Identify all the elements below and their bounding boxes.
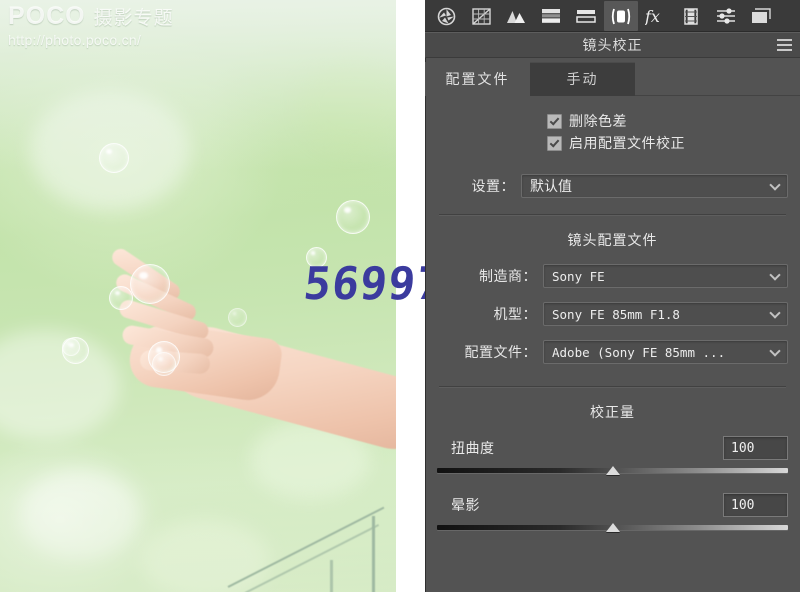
detail-icon[interactable] bbox=[569, 1, 603, 31]
hsl-grayscale-icon[interactable] bbox=[499, 1, 533, 31]
divider bbox=[439, 386, 786, 388]
bubble bbox=[109, 286, 133, 310]
bubble bbox=[306, 247, 327, 268]
image-preview-pane[interactable]: POCO 摄影专题 http://photo.poco.cn/ 569974 bbox=[0, 0, 425, 592]
settings-label: 设置： bbox=[471, 178, 515, 194]
bubble bbox=[62, 338, 80, 356]
hamburger-menu-icon[interactable] bbox=[777, 39, 792, 54]
checkbox-remove-chromatic-aberration[interactable] bbox=[547, 113, 562, 129]
bubble bbox=[336, 200, 370, 234]
model-select[interactable]: Sony FE 85mm F1.8 bbox=[543, 302, 788, 326]
photo-top-haze bbox=[0, 0, 396, 170]
page-title: 镜头校正 bbox=[582, 37, 643, 53]
bubble bbox=[152, 352, 176, 376]
model-row: 机型： Sony FE 85mm F1.8 bbox=[437, 302, 788, 326]
profile-label: 配置文件： bbox=[464, 344, 537, 360]
manufacturer-value: Sony FE bbox=[552, 268, 605, 284]
slider-value-box[interactable]: 100 bbox=[723, 493, 788, 517]
profile-select[interactable]: Adobe (Sony FE 85mm ... bbox=[543, 340, 788, 364]
watermark-url: http://photo.poco.cn/ bbox=[8, 32, 142, 48]
bokeh-blob bbox=[140, 520, 270, 592]
railing-line bbox=[227, 506, 385, 588]
effects-fx-icon[interactable]: fx bbox=[639, 1, 673, 31]
lens-correction-icon[interactable] bbox=[604, 1, 638, 31]
watermark-brand: POCO bbox=[8, 2, 86, 30]
slider-label: 晕影 bbox=[451, 497, 480, 513]
slider-value-box[interactable]: 100 bbox=[723, 436, 788, 460]
railing-post bbox=[330, 560, 333, 592]
tab-profile[interactable]: 配置文件 bbox=[425, 62, 530, 96]
tab-manual[interactable]: 手动 bbox=[530, 62, 635, 96]
snapshots-icon[interactable] bbox=[744, 1, 778, 31]
tone-curve-icon[interactable] bbox=[464, 1, 498, 31]
slider-label: 扭曲度 bbox=[451, 440, 495, 456]
develop-toolbar[interactable]: fx bbox=[425, 0, 800, 32]
watermark-brand-cn: 摄影专题 bbox=[93, 8, 174, 29]
preview-photo: POCO 摄影专题 http://photo.poco.cn/ bbox=[0, 0, 396, 592]
chevron-down-icon bbox=[771, 271, 780, 276]
railing-post bbox=[372, 516, 375, 592]
model-value: Sony FE 85mm F1.8 bbox=[552, 306, 680, 322]
slider-head: 扭曲度 100 bbox=[437, 436, 788, 460]
bokeh-blob bbox=[20, 470, 140, 560]
split-toning-icon[interactable] bbox=[534, 1, 568, 31]
settings-row: 设置： 默认值 bbox=[437, 174, 788, 198]
slider-distortion: 扭曲度 100 bbox=[437, 436, 788, 479]
settings-select[interactable]: 默认值 bbox=[521, 174, 788, 198]
bokeh-blob bbox=[300, 60, 396, 150]
checkbox-enable-profile-corrections[interactable] bbox=[547, 135, 562, 151]
bubble bbox=[228, 308, 247, 327]
panel-body: 删除色差 启用配置文件校正 设置： 默认值 镜头配置文件 制造商： Sony F… bbox=[425, 110, 800, 536]
correction-section-title: 校正量 bbox=[590, 404, 635, 420]
panel-tabs: 配置文件 手动 bbox=[425, 62, 800, 96]
slider-value: 100 bbox=[731, 497, 755, 513]
camera-calibration-icon[interactable] bbox=[674, 1, 708, 31]
manufacturer-label: 制造商： bbox=[479, 268, 537, 284]
checkbox-label: 启用配置文件校正 bbox=[569, 135, 685, 151]
develop-panel: fx 镜头校正 配置文件 手动 删除色差 启用配置文件校正 设置： 默认值 镜头… bbox=[425, 0, 800, 592]
checkbox-row-enable-profile-corrections[interactable]: 启用配置文件校正 bbox=[547, 132, 788, 154]
divider bbox=[439, 214, 786, 216]
slider-track-wrap[interactable] bbox=[437, 465, 788, 479]
chevron-down-icon bbox=[771, 347, 780, 352]
slider-value: 100 bbox=[731, 440, 755, 456]
slider-vignetting: 晕影 100 bbox=[437, 493, 788, 536]
svg-text:fx: fx bbox=[645, 7, 660, 25]
chevron-down-icon bbox=[771, 181, 780, 186]
photo-bottom-haze bbox=[0, 442, 396, 592]
slider-track-wrap[interactable] bbox=[437, 522, 788, 536]
chevron-down-icon bbox=[771, 309, 780, 314]
bubble bbox=[130, 264, 170, 304]
watermark: POCO 摄影专题 http://photo.poco.cn/ bbox=[8, 4, 174, 49]
railing-line bbox=[244, 524, 380, 592]
manufacturer-select[interactable]: Sony FE bbox=[543, 264, 788, 288]
photo-right-gutter bbox=[396, 0, 425, 592]
bokeh-blob bbox=[0, 330, 120, 440]
app-root: POCO 摄影专题 http://photo.poco.cn/ 569974 f… bbox=[0, 0, 800, 592]
bubble bbox=[99, 143, 129, 173]
basic-adjust-icon[interactable] bbox=[429, 1, 463, 31]
profile-value: Adobe (Sony FE 85mm ... bbox=[552, 344, 726, 360]
panel-title-bar: 镜头校正 bbox=[425, 32, 800, 58]
manufacturer-row: 制造商： Sony FE bbox=[437, 264, 788, 288]
presets-icon[interactable] bbox=[709, 1, 743, 31]
model-label: 机型： bbox=[493, 306, 537, 322]
slider-head: 晕影 100 bbox=[437, 493, 788, 517]
lens-profile-section-title: 镜头配置文件 bbox=[567, 232, 658, 248]
checkbox-row-remove-chromatic-aberration[interactable]: 删除色差 bbox=[547, 110, 788, 132]
checkbox-label: 删除色差 bbox=[569, 113, 627, 129]
settings-value: 默认值 bbox=[530, 178, 572, 194]
profile-row: 配置文件： Adobe (Sony FE 85mm ... bbox=[437, 340, 788, 364]
